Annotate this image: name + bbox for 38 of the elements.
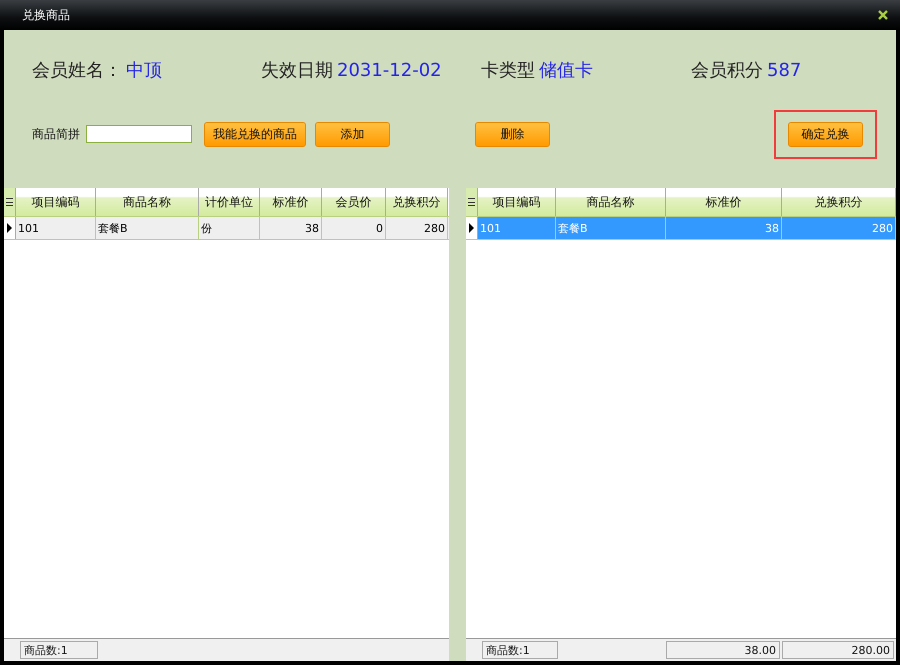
button[interactable]: 删除 — [475, 122, 550, 146]
field-label: 卡类型 — [481, 59, 535, 82]
field-value: 储值卡 — [539, 59, 593, 82]
column-header[interactable]: 兑换积分 — [782, 188, 896, 216]
column-header[interactable]: 会员价 — [322, 188, 386, 216]
search-label: 商品简拼 — [32, 126, 80, 142]
column-header[interactable]: 项目编码 — [478, 188, 556, 216]
column-menu-icon[interactable] — [4, 188, 16, 216]
summary-cell: 38.00 — [666, 641, 780, 659]
column-header[interactable]: 商品名称 — [96, 188, 199, 216]
table-cell[interactable]: 套餐B — [96, 217, 199, 239]
field-label: 会员姓名： — [32, 59, 122, 82]
field-label: 失效日期 — [261, 59, 333, 82]
column-header[interactable]: 标准价 — [666, 188, 782, 216]
window-title: 兑换商品 — [22, 6, 70, 24]
field-value: 2031-12-02 — [337, 60, 442, 81]
button[interactable]: 添加 — [315, 122, 390, 146]
summary-cell: 商品数:1 — [482, 641, 558, 659]
search-field[interactable] — [86, 125, 192, 143]
column-header[interactable]: 项目编码 — [16, 188, 96, 216]
summary-cell: 商品数:1 — [20, 641, 98, 659]
column-header[interactable]: 标准价 — [260, 188, 322, 216]
table-cell[interactable]: 份 — [199, 217, 260, 239]
table-cell[interactable]: 280 — [386, 217, 448, 239]
column-menu-icon[interactable] — [466, 188, 478, 216]
table-cell[interactable]: 0 — [322, 217, 386, 239]
column-header[interactable]: 兑换积分 — [386, 188, 448, 216]
table-cell[interactable]: 101 — [16, 217, 96, 239]
close-icon[interactable] — [878, 10, 888, 20]
field-value: 587 — [767, 60, 802, 81]
field-label: 会员积分 — [691, 59, 763, 82]
field-value: 中顶 — [126, 59, 162, 82]
column-header[interactable]: 商品名称 — [556, 188, 666, 216]
table-cell[interactable]: 38 — [260, 217, 322, 239]
summary-cell: 280.00 — [782, 641, 894, 659]
button[interactable]: 我能兑换的商品 — [204, 122, 306, 146]
button[interactable]: 确定兑换 — [788, 122, 863, 146]
column-header[interactable]: 计价单位 — [199, 188, 260, 216]
